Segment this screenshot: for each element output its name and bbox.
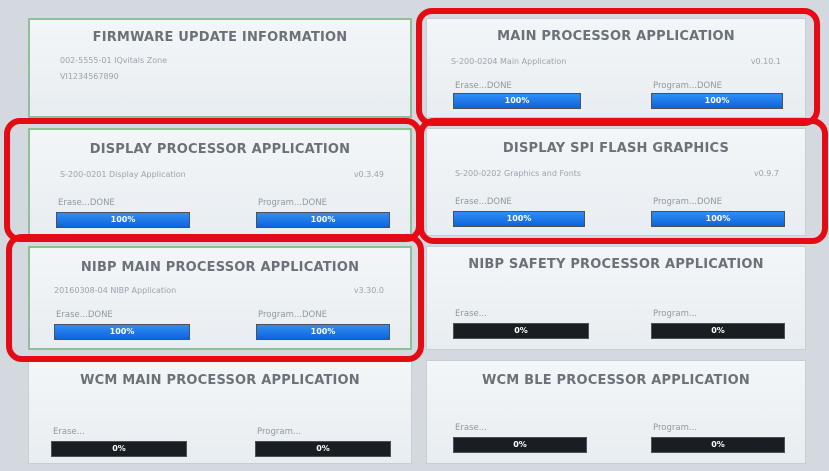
display-erase-progress-bar: 100% <box>56 212 190 228</box>
main-program-progress-bar: 100% <box>651 93 783 109</box>
nibp-safety-program-status: Program... <box>653 309 697 319</box>
wcm-ble-processor-panel: WCM BLE PROCESSOR APPLICATION Erase... P… <box>426 360 806 464</box>
main-program-status: Program...DONE <box>653 81 722 91</box>
main-erase-percent: 100% <box>504 96 530 105</box>
display-program-status: Program...DONE <box>258 198 327 208</box>
main-erase-status: Erase...DONE <box>455 81 512 91</box>
nibp-main-processor-part: 20160308-04 NIBP Application <box>54 286 177 295</box>
nibp-main-erase-status: Erase...DONE <box>56 310 113 320</box>
nibp-safety-processor-panel: NIBP SAFETY PROCESSOR APPLICATION Erase.… <box>426 246 806 350</box>
main-processor-title: MAIN PROCESSOR APPLICATION <box>497 29 735 44</box>
display-erase-status: Erase...DONE <box>58 198 115 208</box>
wcm-ble-program-percent: 0% <box>711 440 725 449</box>
wcm-ble-erase-percent: 0% <box>513 440 527 449</box>
wcm-ble-erase-progress-bar: 0% <box>453 437 587 453</box>
nibp-main-program-status: Program...DONE <box>258 310 327 320</box>
main-processor-panel: MAIN PROCESSOR APPLICATION S-200-0204 Ma… <box>426 18 806 118</box>
spi-program-status: Program...DONE <box>653 197 722 207</box>
display-spi-flash-title: DISPLAY SPI FLASH GRAPHICS <box>502 141 730 156</box>
wcm-main-program-percent: 0% <box>316 444 330 453</box>
display-processor-title: DISPLAY PROCESSOR APPLICATION <box>89 142 351 157</box>
display-spi-flash-panel: DISPLAY SPI FLASH GRAPHICS S-200-0202 Gr… <box>426 128 806 236</box>
nibp-safety-processor-title: NIBP SAFETY PROCESSOR APPLICATION <box>468 257 764 272</box>
nibp-safety-program-progress-bar: 0% <box>651 323 785 339</box>
main-processor-version: v0.10.1 <box>750 57 781 66</box>
serial-number-text: VI1234567890 <box>60 72 119 81</box>
main-erase-progress-bar: 100% <box>453 93 581 109</box>
device-model-text: 002-5555-01 IQvitals Zone <box>60 56 168 65</box>
display-spi-flash-part: S-200-0202 Graphics and Fonts <box>455 169 582 178</box>
wcm-ble-program-status: Program... <box>653 423 697 433</box>
spi-erase-percent: 100% <box>506 214 532 223</box>
firmware-update-title: FIRMWARE UPDATE INFORMATION <box>92 30 348 45</box>
wcm-main-processor-title: WCM MAIN PROCESSOR APPLICATION <box>80 373 360 388</box>
nibp-main-program-percent: 100% <box>310 327 336 336</box>
wcm-main-erase-status: Erase... <box>53 427 85 437</box>
spi-program-progress-bar: 100% <box>651 211 785 227</box>
display-spi-flash-version: v0.9.7 <box>753 169 779 178</box>
wcm-ble-erase-status: Erase... <box>455 423 487 433</box>
wcm-main-erase-progress-bar: 0% <box>51 441 187 457</box>
wcm-main-processor-panel: WCM MAIN PROCESSOR APPLICATION Erase... … <box>28 360 412 464</box>
wcm-main-program-status: Program... <box>257 427 301 437</box>
nibp-main-processor-title: NIBP MAIN PROCESSOR APPLICATION <box>80 260 360 275</box>
display-erase-percent: 100% <box>110 215 136 224</box>
display-program-progress-bar: 100% <box>256 212 390 228</box>
wcm-main-erase-percent: 0% <box>112 444 126 453</box>
display-processor-part: S-200-0201 Display Application <box>60 170 186 179</box>
wcm-ble-processor-title: WCM BLE PROCESSOR APPLICATION <box>482 373 750 388</box>
nibp-main-erase-progress-bar: 100% <box>54 324 190 340</box>
display-program-percent: 100% <box>310 215 336 224</box>
display-processor-panel: DISPLAY PROCESSOR APPLICATION S-200-0201… <box>28 128 412 236</box>
main-program-percent: 100% <box>704 96 730 105</box>
nibp-main-processor-version: v3.30.0 <box>353 286 384 295</box>
nibp-safety-erase-percent: 0% <box>514 326 528 335</box>
wcm-ble-program-progress-bar: 0% <box>651 437 785 453</box>
wcm-main-program-progress-bar: 0% <box>255 441 391 457</box>
nibp-safety-program-percent: 0% <box>711 326 725 335</box>
spi-erase-progress-bar: 100% <box>453 211 585 227</box>
main-processor-part: S-200-0204 Main Application <box>451 57 567 66</box>
spi-erase-status: Erase...DONE <box>455 197 512 207</box>
nibp-main-program-progress-bar: 100% <box>256 324 390 340</box>
firmware-update-info-panel: FIRMWARE UPDATE INFORMATION 002-5555-01 … <box>28 18 412 118</box>
nibp-main-erase-percent: 100% <box>109 327 135 336</box>
spi-program-percent: 100% <box>705 214 731 223</box>
nibp-main-processor-panel: NIBP MAIN PROCESSOR APPLICATION 20160308… <box>28 246 412 350</box>
nibp-safety-erase-progress-bar: 0% <box>453 323 589 339</box>
nibp-safety-erase-status: Erase... <box>455 309 487 319</box>
display-processor-version: v0.3.49 <box>353 170 384 179</box>
